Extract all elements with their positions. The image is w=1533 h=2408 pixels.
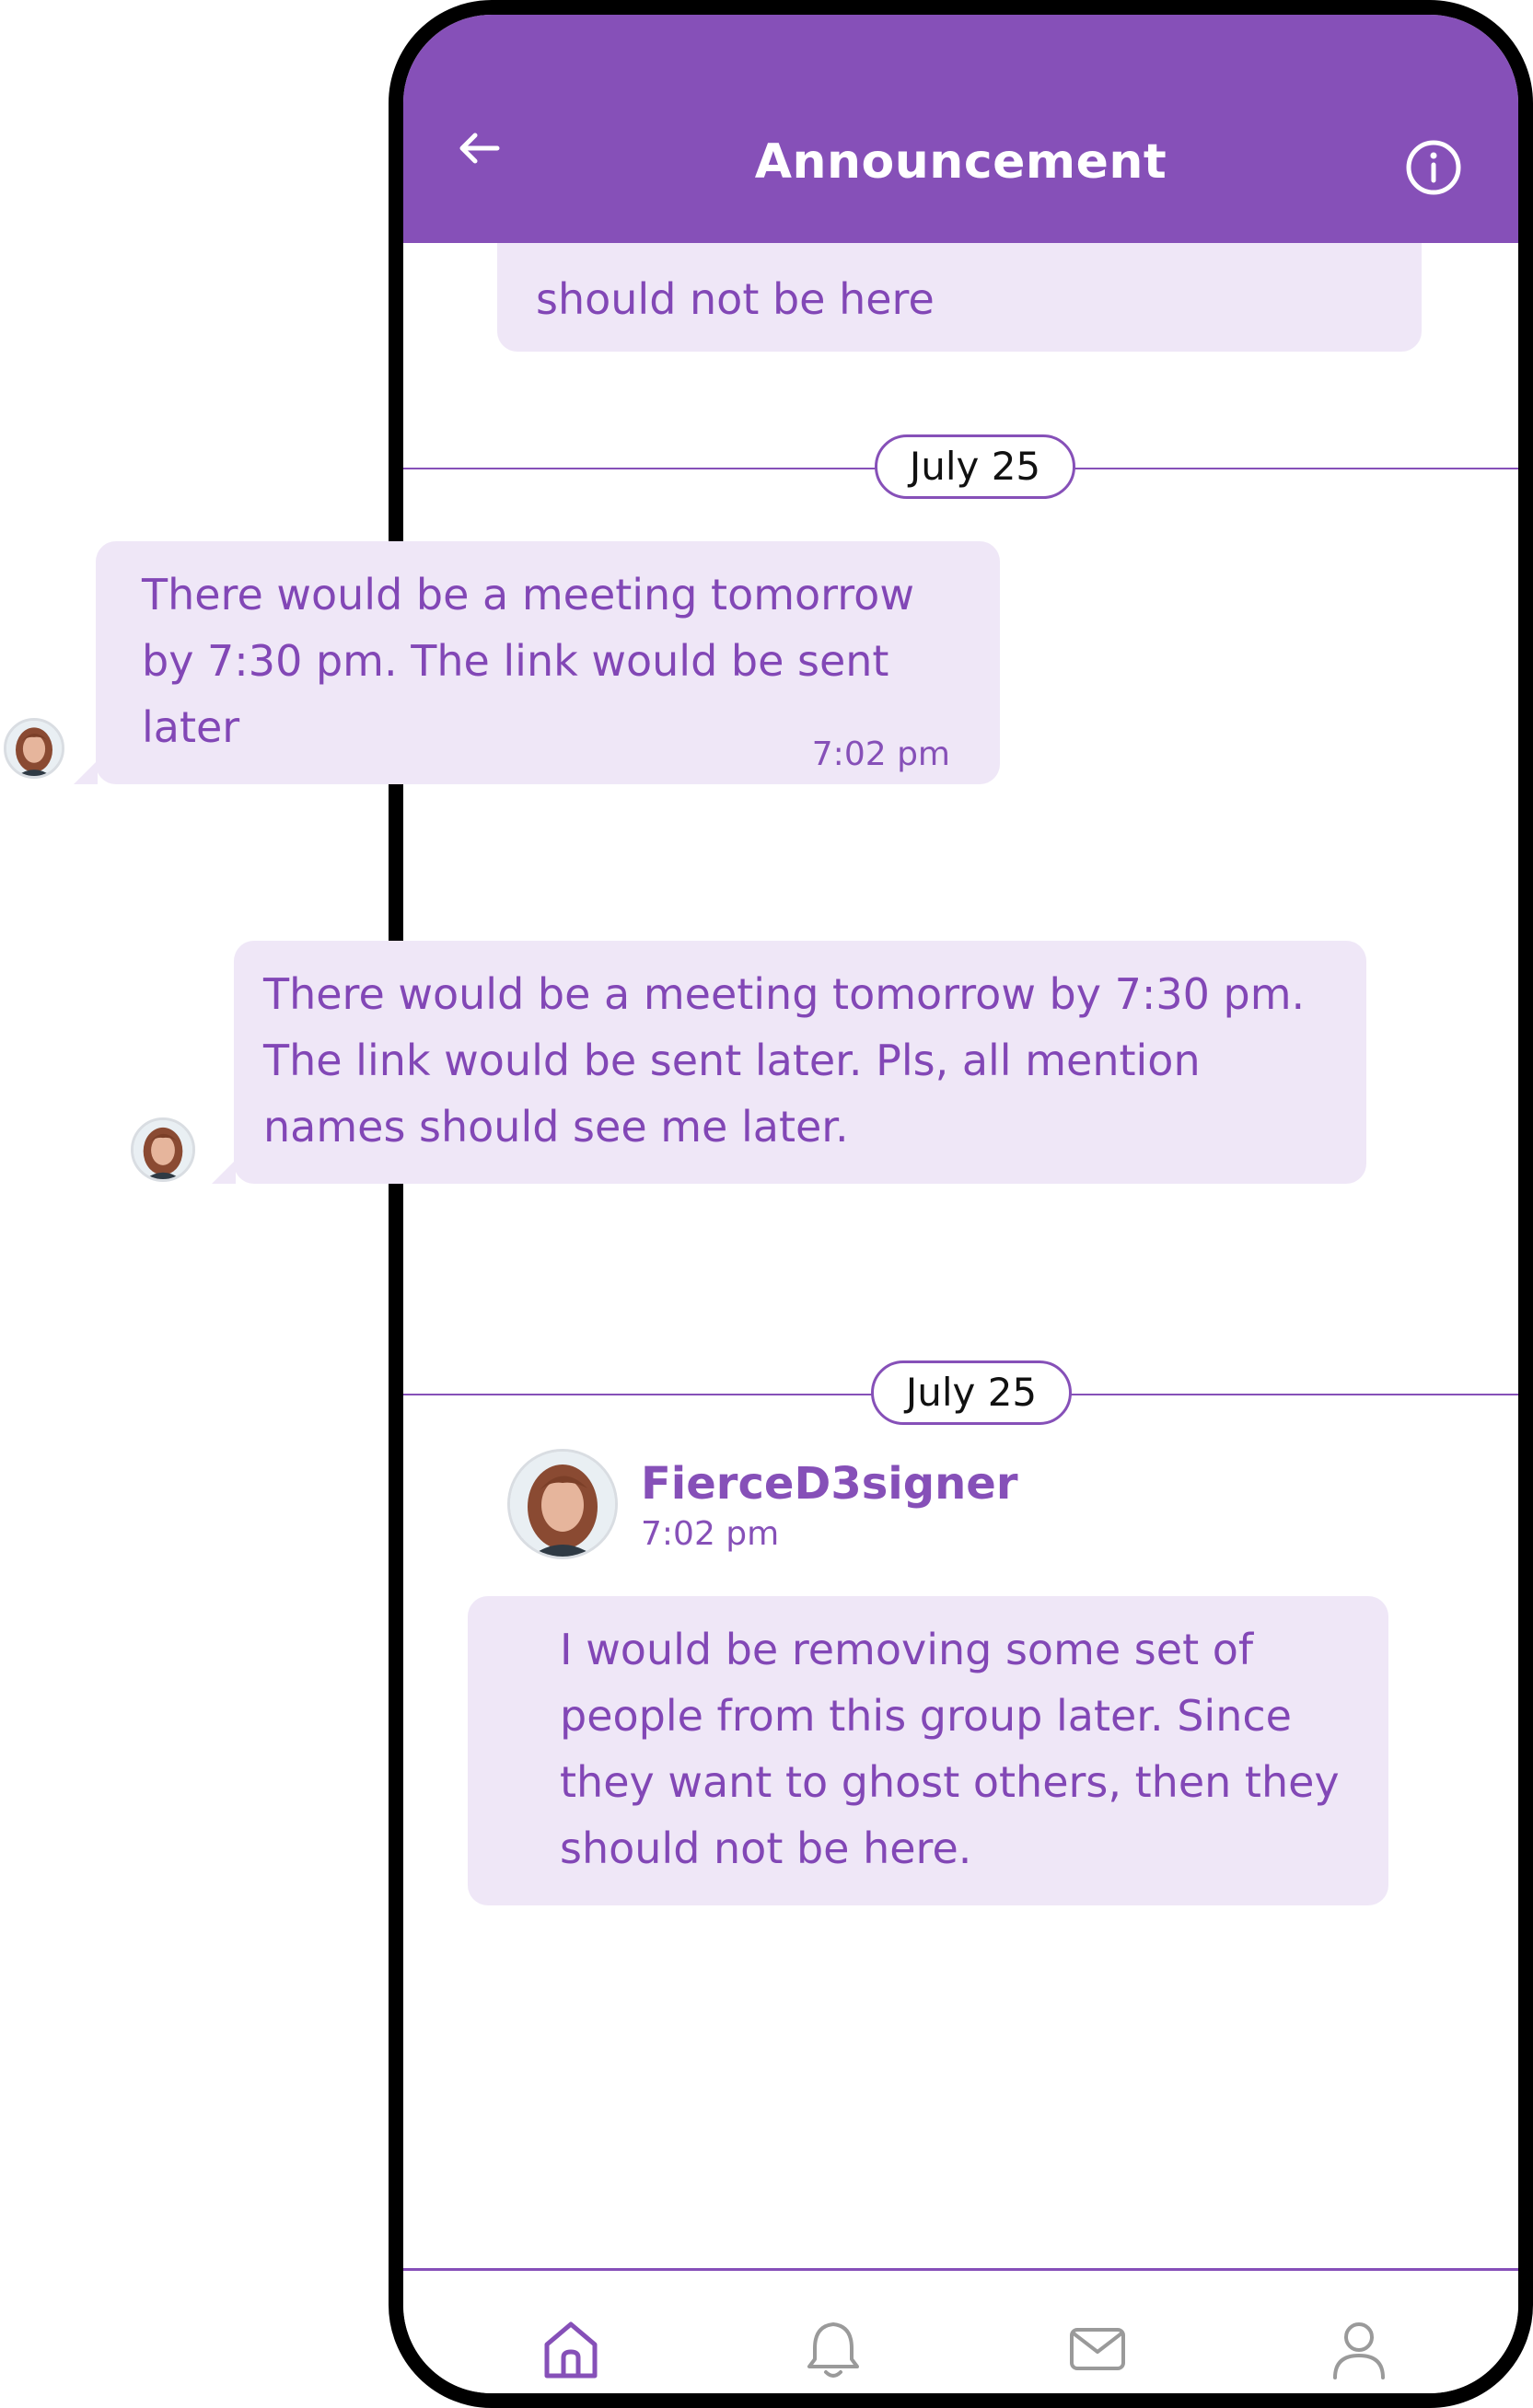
mail-icon <box>1070 2328 1125 2370</box>
message-bubble: There would be a meeting tomorrow by 7:3… <box>96 541 1000 784</box>
home-icon <box>544 2321 598 2379</box>
sender-name[interactable]: FierceD3signer <box>641 1458 1018 1510</box>
date-separator: July 25 <box>403 434 1518 503</box>
page-title: Announcement <box>754 134 1167 190</box>
avatar[interactable] <box>4 718 64 779</box>
message-text: I would be removing some set of people f… <box>560 1625 1340 1873</box>
date-separator: July 25 <box>403 1360 1518 1429</box>
info-button[interactable] <box>1405 139 1462 196</box>
message-bubble: I would be removing some set of people f… <box>468 1596 1388 1905</box>
avatar-photo-icon <box>510 1452 615 1557</box>
bottom-navigation <box>403 2268 1518 2393</box>
avatar-photo-icon <box>134 1120 192 1179</box>
message-text: should not be here <box>536 274 935 324</box>
phone-frame: Announcement should not be here July 25 … <box>389 0 1533 2408</box>
bubble-tail <box>74 760 98 784</box>
date-pill: July 25 <box>875 434 1075 499</box>
message-bubble: should not be here <box>497 243 1422 352</box>
avatar[interactable] <box>507 1449 618 1559</box>
user-icon <box>1333 2322 1385 2379</box>
message-bubble: There would be a meeting tomorrow by 7:3… <box>234 941 1366 1184</box>
app-header: Announcement <box>403 15 1518 243</box>
bubble-tail <box>212 1160 236 1184</box>
info-circle-icon <box>1406 140 1461 195</box>
message-text: There would be a meeting tomorrow by 7:3… <box>263 969 1306 1152</box>
avatar[interactable] <box>131 1117 195 1182</box>
bell-icon <box>807 2322 859 2378</box>
date-pill: July 25 <box>871 1360 1072 1425</box>
message-time: 7:02 pm <box>811 735 950 773</box>
nav-profile-button[interactable] <box>1330 2319 1388 2381</box>
nav-notifications-button[interactable] <box>804 2319 863 2381</box>
nav-messages-button[interactable] <box>1068 2319 1127 2381</box>
message-time: 7:02 pm <box>641 1515 780 1553</box>
nav-home-button[interactable] <box>541 2319 600 2381</box>
avatar-photo-icon <box>6 721 62 776</box>
